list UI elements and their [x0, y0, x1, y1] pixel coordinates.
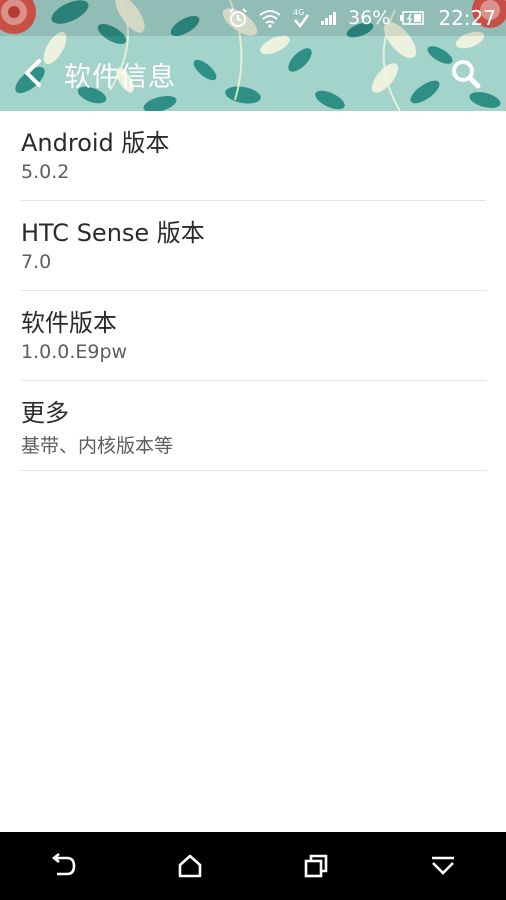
item-title: HTC Sense 版本 — [21, 219, 205, 247]
list-item-software-version[interactable]: 软件版本 1.0.0.E9pw — [21, 291, 486, 381]
list-item-android-version[interactable]: Android 版本 5.0.2 — [21, 111, 486, 201]
search-button[interactable] — [446, 54, 486, 94]
item-subtitle: 7.0 — [21, 251, 52, 273]
list-item-htc-sense-version[interactable]: HTC Sense 版本 7.0 — [21, 201, 486, 291]
navigation-bar — [0, 832, 506, 900]
clock: 22:27 — [438, 6, 496, 30]
item-subtitle: 基带、内核版本等 — [21, 435, 174, 457]
home-icon — [178, 854, 202, 878]
nav-hide-button[interactable] — [413, 836, 473, 896]
signal-icon — [320, 10, 338, 26]
app-bar: 软件信息 — [0, 36, 506, 111]
item-title: 更多 — [21, 399, 69, 427]
status-bar: 4G 36% 22:27 — [0, 0, 506, 36]
battery-icon — [400, 11, 425, 25]
nav-back-button[interactable] — [33, 836, 93, 896]
list-item-more[interactable]: 更多 基带、内核版本等 — [21, 381, 486, 471]
item-title: 软件版本 — [21, 309, 117, 337]
recent-apps-icon — [304, 854, 328, 878]
search-icon — [452, 60, 481, 89]
page-title: 软件信息 — [64, 62, 176, 93]
header: 4G 36% 22:27 软件信息 — [0, 0, 506, 111]
nav-recent-apps-button[interactable] — [286, 836, 346, 896]
back-button[interactable] — [14, 54, 52, 92]
back-icon — [52, 853, 76, 876]
network-label: 4G — [293, 8, 304, 17]
item-title: Android 版本 — [21, 129, 170, 157]
chevron-left-icon — [25, 59, 41, 87]
item-subtitle: 5.0.2 — [21, 161, 70, 183]
network-4g-icon: 4G — [292, 7, 310, 29]
hide-navbar-icon — [431, 856, 454, 875]
nav-home-button[interactable] — [160, 836, 220, 896]
wifi-icon — [258, 8, 282, 28]
settings-list: Android 版本 5.0.2 HTC Sense 版本 7.0 软件版本 1… — [0, 111, 506, 471]
alarm-icon — [228, 8, 248, 28]
item-subtitle: 1.0.0.E9pw — [21, 341, 128, 363]
battery-percent: 36% — [348, 7, 391, 29]
